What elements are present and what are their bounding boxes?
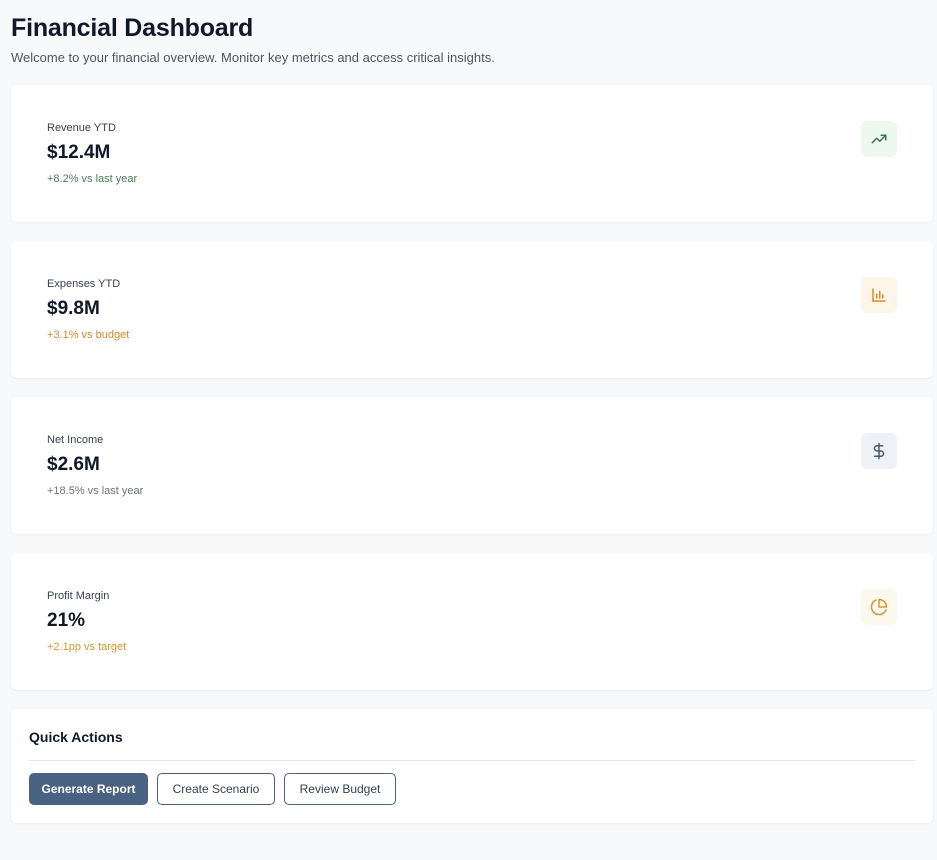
page-subtitle: Welcome to your financial overview. Moni… <box>11 50 495 65</box>
metric-delta: +18.5% vs last year <box>47 485 144 497</box>
metric-delta: +8.2% vs last year <box>47 173 138 185</box>
metric-label: Expenses YTD <box>47 278 121 290</box>
metric-value: $2.6M <box>47 454 100 475</box>
metric-card-net-income: Net Income $2.6M +18.5% vs last year <box>11 397 933 534</box>
review-budget-button[interactable]: Review Budget <box>284 773 396 805</box>
pie-chart-icon <box>861 589 897 625</box>
metric-delta: +2.1pp vs target <box>47 641 127 653</box>
metric-card-expenses: Expenses YTD $9.8M +3.1% vs budget <box>11 241 933 378</box>
bar-chart-icon <box>861 277 897 313</box>
metric-card-profit-margin: Profit Margin 21% +2.1pp vs target <box>11 553 933 690</box>
quick-actions-title: Quick Actions <box>29 729 123 745</box>
metric-value: $9.8M <box>47 298 100 319</box>
metric-label: Profit Margin <box>47 590 110 602</box>
metric-value: 21% <box>47 610 86 631</box>
create-scenario-button[interactable]: Create Scenario <box>157 773 275 805</box>
metric-label: Revenue YTD <box>47 122 116 134</box>
metric-card-revenue: Revenue YTD $12.4M +8.2% vs last year <box>11 85 933 222</box>
page-title: Financial Dashboard <box>11 14 254 42</box>
divider <box>29 760 915 761</box>
quick-actions-panel: Quick Actions Generate Report Create Sce… <box>11 709 933 823</box>
generate-report-button[interactable]: Generate Report <box>29 773 148 805</box>
dollar-icon <box>861 433 897 469</box>
trending-up-icon <box>861 121 897 157</box>
metric-label: Net Income <box>47 434 104 446</box>
metric-delta: +3.1% vs budget <box>47 329 130 341</box>
metric-value: $12.4M <box>47 142 111 163</box>
